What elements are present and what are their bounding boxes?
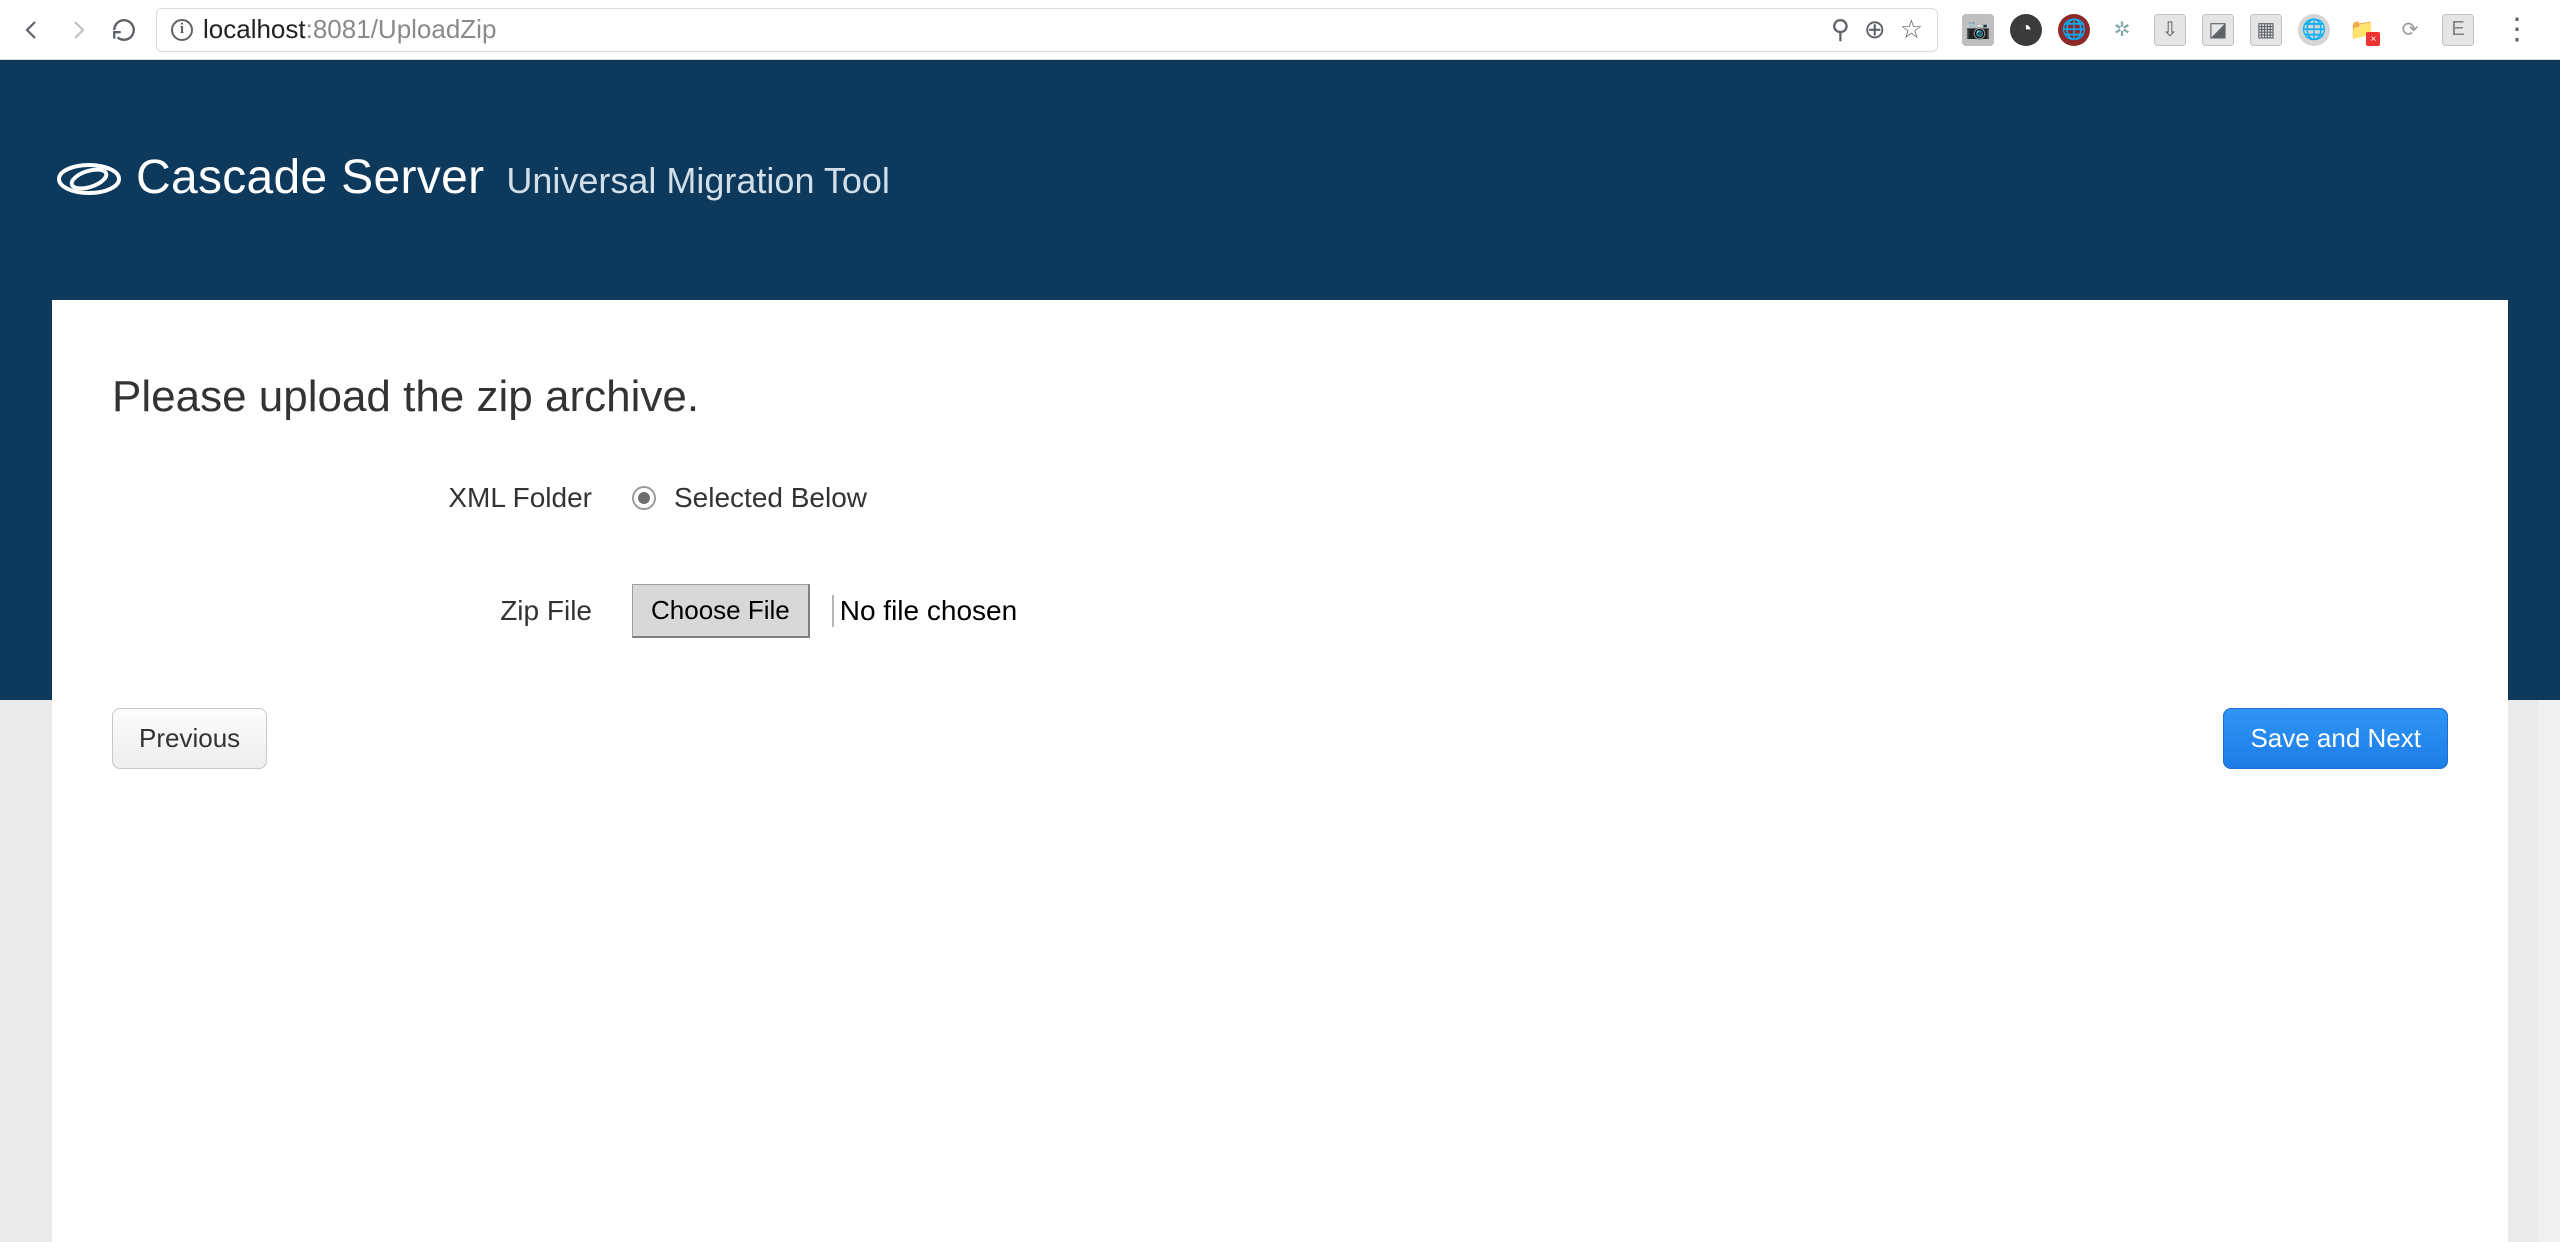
extension-icons: 📷 ◔ 🌐 ✲ ⇩ ◪ ▦ 🌐 📁× ⟳ E (1956, 14, 2474, 46)
save-and-next-button[interactable]: Save and Next (2223, 708, 2448, 769)
extension-camera-icon[interactable]: 📷 (1962, 14, 1994, 46)
file-chosen-status: No file chosen (832, 595, 1017, 627)
extension-globe-icon[interactable]: 🌐 (2058, 14, 2090, 46)
zip-file-label: Zip File (112, 595, 632, 627)
page-heading: Please upload the zip archive. (112, 372, 2448, 422)
wizard-nav-row: Previous Save and Next (112, 708, 2448, 769)
radio-dot-icon (638, 492, 650, 504)
back-button[interactable] (18, 16, 46, 44)
extension-download-icon[interactable]: ⇩ (2154, 14, 2186, 46)
previous-button[interactable]: Previous (112, 708, 267, 769)
address-bar[interactable]: i localhost:8081/UploadZip ⚲ ⊕ ☆ (156, 8, 1938, 52)
browser-toolbar: i localhost:8081/UploadZip ⚲ ⊕ ☆ 📷 ◔ 🌐 ✲… (0, 0, 2560, 60)
cascade-logo-icon (56, 159, 122, 199)
xml-folder-label: XML Folder (112, 482, 632, 514)
brand-row: Cascade Server Universal Migration Tool (0, 60, 2560, 205)
url-rest: :8081/UploadZip (306, 14, 497, 44)
url-text: localhost:8081/UploadZip (203, 14, 496, 45)
url-host: localhost (203, 14, 306, 44)
content-panel: Please upload the zip archive. XML Folde… (52, 300, 2508, 1242)
extension-circle-icon[interactable]: ◔ (2010, 14, 2042, 46)
site-info-icon[interactable]: i (171, 19, 193, 41)
brand-subtitle: Universal Migration Tool (506, 160, 890, 202)
extension-refresh-icon[interactable]: ⟳ (2394, 14, 2426, 46)
omnibox-actions: ⚲ ⊕ ☆ (1831, 14, 1923, 45)
bookmark-star-icon[interactable]: ☆ (1900, 14, 1923, 45)
xml-folder-option-label: Selected Below (674, 482, 867, 514)
reload-button[interactable] (110, 16, 138, 44)
extension-folder-icon[interactable]: 📁× (2346, 14, 2378, 46)
nav-buttons (18, 16, 138, 44)
forward-button[interactable] (64, 16, 92, 44)
brand-title: Cascade Server (136, 150, 484, 205)
xml-folder-radio[interactable] (632, 486, 656, 510)
extension-globe2-icon[interactable]: 🌐 (2298, 14, 2330, 46)
zoom-icon[interactable]: ⊕ (1864, 14, 1886, 45)
chrome-menu-icon[interactable]: ⋮ (2492, 12, 2542, 47)
extension-letter-icon[interactable]: E (2442, 14, 2474, 46)
extension-snowflake-icon[interactable]: ✲ (2106, 14, 2138, 46)
choose-file-button[interactable]: Choose File (632, 584, 810, 638)
zip-file-row: Zip File Choose File No file chosen (112, 584, 2448, 638)
extension-grid-icon[interactable]: ▦ (2250, 14, 2282, 46)
xml-folder-row: XML Folder Selected Below (112, 482, 2448, 514)
pin-icon[interactable]: ⚲ (1831, 14, 1850, 45)
extension-square-icon[interactable]: ◪ (2202, 14, 2234, 46)
